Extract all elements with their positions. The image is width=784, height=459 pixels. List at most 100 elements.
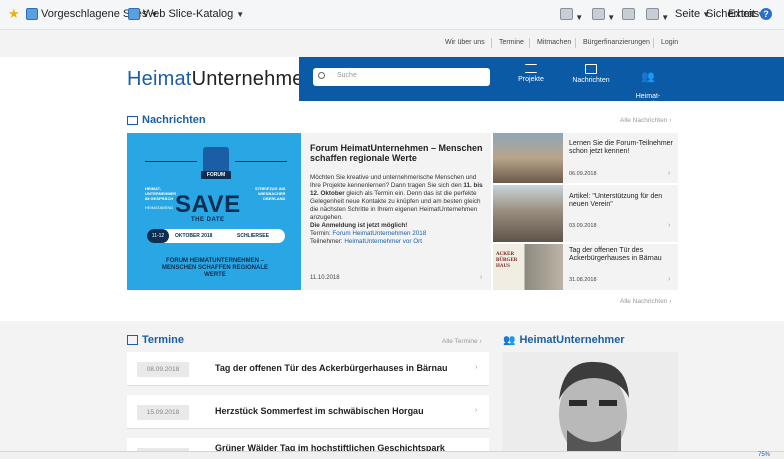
all-news-label: Alle Nachrichten <box>620 298 668 305</box>
featured-article-body: Möchten Sie kreative und unternehmerisch… <box>310 174 485 246</box>
chevron-right-icon: › <box>668 276 671 283</box>
chevron-right-icon: › <box>475 407 478 414</box>
favorites-button[interactable]: ★ <box>8 6 20 21</box>
featured-article-date: 11.10.2018 <box>310 275 340 281</box>
topnav-link[interactable]: Termine <box>499 39 524 46</box>
favorite-label: Web Slice-Katalog <box>143 8 234 20</box>
nav-label: Nachrichten <box>572 77 610 84</box>
browser-favorites-bar: ★ Vorgeschlagene Sites ▼ Web Slice-Katal… <box>0 0 784 30</box>
portrait-photo <box>503 352 678 451</box>
termin-link[interactable]: Forum HeimatUnternehmen 2018 <box>332 230 426 237</box>
event-row[interactable]: Grüner Wälder Tag im hochstiftlichen Ges… <box>127 438 489 451</box>
home-button[interactable]: ▼ <box>560 8 583 23</box>
print-icon <box>646 8 659 20</box>
nav-heimatunternehmer[interactable]: 👥 Heimat- Unternehmer <box>622 64 674 109</box>
body-text: Möchten Sie kreative und unternehmerisch… <box>310 174 477 189</box>
divider <box>653 38 654 48</box>
feeds-icon <box>592 8 605 20</box>
event-title[interactable]: Herzstück Sommerfest im schwäbischen Hor… <box>215 406 424 416</box>
event-title[interactable]: Grüner Wälder Tag im hochstiftlichen Ges… <box>215 443 445 451</box>
chevron-right-icon: › <box>668 170 671 177</box>
divider <box>529 38 530 48</box>
all-news-link-top[interactable]: Alle Nachrichten › <box>620 117 671 124</box>
favorite-web-slice[interactable]: Web Slice-Katalog ▼ <box>128 8 244 20</box>
side-news-title[interactable]: Lernen Sie die Forum-Teilnehmer schon je… <box>569 140 674 155</box>
all-termine-label: Alle Termine <box>442 338 478 345</box>
mail-button[interactable] <box>622 8 635 23</box>
site-logo[interactable]: HeimatUnternehmen <box>127 68 315 91</box>
divider <box>491 38 492 48</box>
divider <box>235 161 287 162</box>
newspaper-icon <box>585 64 597 74</box>
search-icon <box>318 72 325 79</box>
forum-badge-label: FORUM <box>201 171 231 179</box>
registration-notice: Die Anmeldung ist jetzt möglich! <box>310 222 408 229</box>
print-button[interactable]: ▼ <box>646 8 669 23</box>
favorites-star-icon: ★ <box>8 6 20 21</box>
forum-save-text: SAVE <box>175 191 241 218</box>
divider <box>575 38 576 48</box>
forum-the-date: THE DATE <box>191 217 225 223</box>
nav-label: Heimat- Unternehmer <box>627 93 669 108</box>
page-menu-label: Seite <box>675 8 701 20</box>
chevron-right-icon: › <box>475 364 478 371</box>
news-heading: Nachrichten <box>127 114 206 126</box>
termin-label: Termin: <box>310 230 333 237</box>
news-heading-text: Nachrichten <box>142 114 206 126</box>
termine-heading: Termine <box>127 334 184 346</box>
home-icon <box>560 8 573 20</box>
event-row[interactable]: 15.09.2018 Herzstück Sommerfest im schwä… <box>127 395 489 429</box>
extras-menu-label: Extras <box>728 8 760 20</box>
teilnehmer-label: Teilnehmer: <box>310 238 345 245</box>
forum-bottom-title: FORUM HEIMATUNTERNEHMEN – MENSCHEN SCHAF… <box>161 258 268 278</box>
forum-right-text: STREIFZUG INS WIESBACHER OBERLAND <box>255 186 286 201</box>
all-news-label: Alle Nachrichten <box>620 117 668 124</box>
logo-part-a: Heimat <box>127 68 192 90</box>
all-news-link-bottom[interactable]: Alle Nachrichten › <box>620 298 671 305</box>
help-icon[interactable]: ? <box>760 8 772 20</box>
topnav-link[interactable]: Wir über uns <box>445 39 485 46</box>
teilnehmer-link[interactable]: HeimatUnternehmer vor Ort <box>344 238 422 245</box>
list-icon <box>525 64 537 73</box>
event-title[interactable]: Tag der offenen Tür des Ackerbürgerhause… <box>215 363 448 373</box>
forum-left-text: HEIMAT- UNTERNEHMER IM GESPRÄCH <box>145 186 177 201</box>
calendar-icon <box>127 335 138 345</box>
event-date: 15.09.2018 <box>137 405 189 420</box>
newspaper-icon <box>127 115 138 125</box>
chevron-right-icon: › <box>480 274 483 281</box>
news-thumbnail[interactable]: ACKER BÜRGER HAUS <box>493 244 563 290</box>
news-thumbnail[interactable] <box>493 185 563 242</box>
search-placeholder: Suche <box>337 72 357 79</box>
forum-save-the-date-image[interactable]: FORUM HEIMAT- UNTERNEHMER IM GESPRÄCH HE… <box>127 133 301 290</box>
event-date: 08.09.2018 <box>137 362 189 377</box>
featured-article-title[interactable]: Forum HeimatUnternehmen – Menschen schaf… <box>310 143 486 163</box>
ackerbuergerhaus-logo: ACKER BÜRGER HAUS <box>496 252 518 269</box>
forum-pill-month: OKTOBER 2018 <box>175 233 213 239</box>
nav-nachrichten[interactable]: Nachrichten <box>567 64 615 85</box>
search-input[interactable]: Suche <box>313 68 490 86</box>
page-menu[interactable]: Seite ▼ <box>675 8 710 20</box>
people-icon: 👥 <box>503 334 516 346</box>
event-row[interactable]: 08.09.2018 Tag der offenen Tür des Acker… <box>127 352 489 386</box>
heimatunternehmer-heading: 👥 HeimatUnternehmer <box>503 334 625 346</box>
side-news-title[interactable]: Artikel: "Unterstützung für den neuen Ve… <box>569 193 674 208</box>
side-news-date: 06.09.2018 <box>569 171 597 177</box>
news-thumbnail[interactable] <box>493 133 563 183</box>
topnav-link[interactable]: Login <box>661 39 678 46</box>
unternehmer-portrait[interactable] <box>503 352 678 451</box>
side-news-date: 03.09.2018 <box>569 223 597 229</box>
zoom-level[interactable]: 75% <box>758 452 770 458</box>
nav-projekte[interactable]: Projekte <box>516 64 546 84</box>
divider <box>145 161 197 162</box>
forum-pill-number: 11-12 <box>147 229 169 243</box>
browser-status-bar: 75% <box>0 451 784 459</box>
topnav-link[interactable]: Bürgerfinanzierungen <box>583 39 650 46</box>
topnav-link[interactable]: Mitmachen <box>537 39 571 46</box>
all-termine-link[interactable]: Alle Termine › <box>442 338 482 345</box>
heimatunternehmer-heading-text: HeimatUnternehmer <box>519 334 625 346</box>
side-news-title[interactable]: Tag der offenen Tür des Ackerbürgerhause… <box>569 247 674 262</box>
feeds-button[interactable]: ▼ <box>592 8 615 23</box>
people-icon: 👥 <box>641 71 655 83</box>
logo-part-b: Unternehmen <box>191 68 315 90</box>
chevron-right-icon: › <box>668 222 671 229</box>
